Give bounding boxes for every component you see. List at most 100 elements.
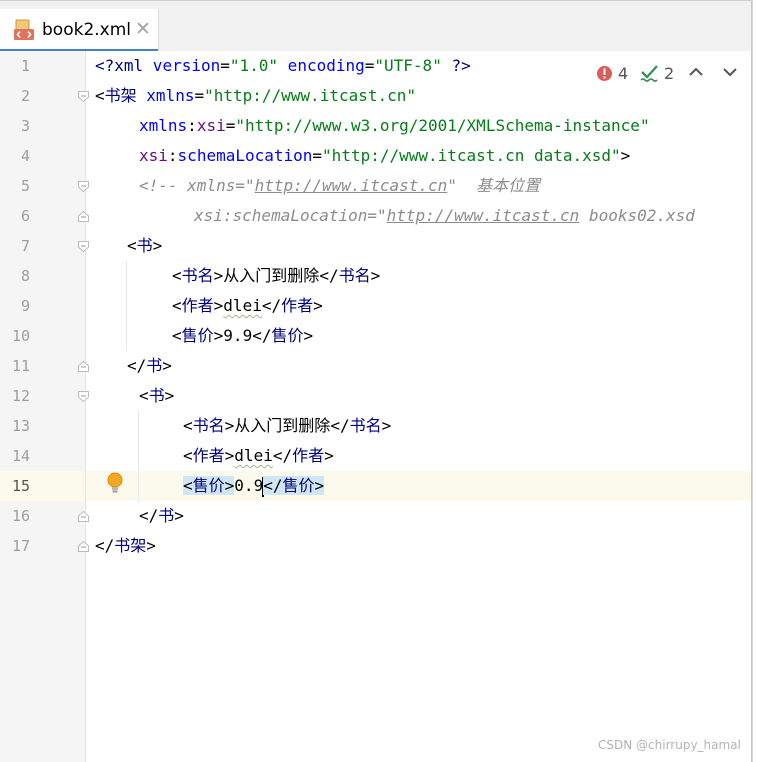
tag-name: 售价 (282, 476, 315, 495)
line-number: 9 (20, 297, 30, 315)
typo-check-icon (640, 65, 658, 82)
element-text: 0.9 (234, 476, 264, 495)
scrollbar-track[interactable] (752, 0, 757, 762)
bracket: < (183, 446, 193, 465)
attr-value: "http://www.itcast.cn" (204, 86, 417, 105)
bracket: > (146, 536, 156, 555)
bracket: > (213, 326, 224, 345)
tag-name: 作者 (192, 446, 225, 465)
code-line-6[interactable]: xsi:schemaLocation="http://www.itcast.cn… (194, 201, 695, 231)
tab-book2-xml[interactable]: book2.xml ✕ (0, 9, 159, 52)
attr-value: "1.0" (229, 56, 279, 75)
typo-count-widget[interactable]: 2 (640, 60, 674, 86)
line-number: 7 (20, 237, 30, 255)
tag-name: 书名 (181, 266, 214, 285)
pi-name: xml (114, 56, 144, 75)
equals: = (312, 146, 323, 165)
comment-text: <!-- xmlns=" (139, 176, 255, 195)
code-line-7[interactable]: <书> (127, 231, 162, 261)
error-count-widget[interactable]: 4 (596, 60, 628, 86)
fold-open-icon[interactable] (78, 391, 89, 402)
attr-name: schemaLocation (177, 146, 313, 165)
bracket: > (174, 506, 184, 525)
bracket: > (381, 416, 392, 435)
fold-open-icon[interactable] (78, 241, 89, 252)
code-line-9[interactable]: <作者>dlei</作者> (172, 291, 323, 321)
equals: = (364, 56, 375, 75)
comment-link[interactable]: http://www.itcast.cn (387, 206, 580, 225)
bracket: > (162, 356, 172, 375)
fold-close-icon[interactable] (78, 211, 89, 222)
chevron-down-icon[interactable] (720, 62, 740, 82)
bracket: > (152, 236, 163, 255)
fold-close-icon[interactable] (78, 361, 89, 372)
tag-name: 作者 (181, 296, 214, 315)
lightbulb-icon[interactable] (106, 471, 124, 495)
bracket: < (183, 416, 193, 435)
line-number: 5 (20, 177, 30, 195)
code-line-13[interactable]: <书名>从入门到删除</书名> (183, 411, 391, 441)
tag-name: 书名 (192, 416, 225, 435)
code-line-8[interactable]: <书名>从入门到删除</书名> (172, 261, 380, 291)
fold-close-icon[interactable] (78, 511, 89, 522)
attr-value: "UTF-8" (374, 56, 442, 75)
line-number: 6 (20, 207, 30, 225)
tab-title: book2.xml (42, 20, 132, 40)
bracket: < (139, 386, 149, 405)
bracket: > (370, 266, 381, 285)
code-line-14[interactable]: <作者>dlei</作者> (183, 441, 334, 471)
tag-name: 书架 (104, 86, 137, 105)
comment-text: " 基本位置 (447, 176, 541, 195)
tag-name: 书 (148, 386, 165, 405)
attr-value: "http://www.w3.org/2001/XMLSchema-instan… (235, 116, 650, 135)
watermark-text: CSDN @chirrupy_hamal (598, 738, 741, 752)
code-line-5[interactable]: <!-- xmlns="http://www.itcast.cn" 基本位置 (139, 171, 540, 201)
bracket: < (95, 86, 105, 105)
tag-name: 书架 (114, 536, 147, 555)
bracket: > (620, 146, 631, 165)
fold-open-icon[interactable] (78, 91, 89, 102)
bracket: </ (263, 476, 283, 495)
line-number: 13 (11, 417, 30, 435)
chevron-up-icon[interactable] (686, 62, 706, 82)
code-line-16[interactable]: </书> (139, 501, 184, 531)
code-line-12[interactable]: <书> (139, 381, 174, 411)
tag-name: 书 (158, 506, 175, 525)
line-number: 16 (11, 507, 30, 525)
bracket: < (172, 326, 182, 345)
line-number: 10 (11, 327, 30, 345)
tag-name: 作者 (281, 296, 314, 315)
comment-link[interactable]: http://www.itcast.cn (255, 176, 448, 195)
bracket: > (224, 446, 235, 465)
element-text: 从入门到删除 (234, 416, 331, 435)
line-number-current: 15 (11, 477, 30, 495)
code-line-17[interactable]: </书架> (95, 531, 156, 561)
line-number: 1 (20, 57, 30, 75)
close-icon[interactable]: ✕ (135, 18, 151, 40)
code-line-1[interactable]: <?xml version="1.0" encoding="UTF-8" ?> (95, 51, 471, 81)
line-number: 12 (11, 387, 30, 405)
editor-window: book2.xml ✕ 1 2 3 4 5 6 7 8 9 10 11 12 1… (0, 0, 752, 762)
fold-close-icon[interactable] (78, 541, 89, 552)
code-line-11[interactable]: </书> (127, 351, 172, 381)
bracket: > (213, 266, 224, 285)
bracket: < (127, 236, 137, 255)
tab-bar: book2.xml ✕ (0, 0, 751, 52)
fold-open-icon[interactable] (78, 181, 89, 192)
attr-value: "http://www.itcast.cn data.xsd" (322, 146, 621, 165)
code-line-10[interactable]: <售价>9.9</售价> (172, 321, 313, 351)
indent-guide (138, 411, 139, 501)
code-line-4[interactable]: xsi:schemaLocation="http://www.itcast.cn… (139, 141, 630, 171)
line-number: 4 (20, 147, 30, 165)
code-line-2[interactable]: <书架 xmlns="http://www.itcast.cn" (95, 81, 416, 111)
code-line-3[interactable]: xmlns:xsi="http://www.w3.org/2001/XMLSch… (139, 111, 650, 141)
colon: : (167, 146, 178, 165)
namespace-prefix: xmlns (139, 116, 188, 135)
code-line-15[interactable]: <售价>0.9</售价> (183, 471, 325, 501)
pi-close: ?> (441, 56, 471, 75)
namespace-prefix: xsi (139, 146, 168, 165)
bracket: > (303, 326, 314, 345)
line-number: 3 (20, 117, 30, 135)
bracket: </ (127, 356, 147, 375)
line-number: 11 (11, 357, 30, 375)
